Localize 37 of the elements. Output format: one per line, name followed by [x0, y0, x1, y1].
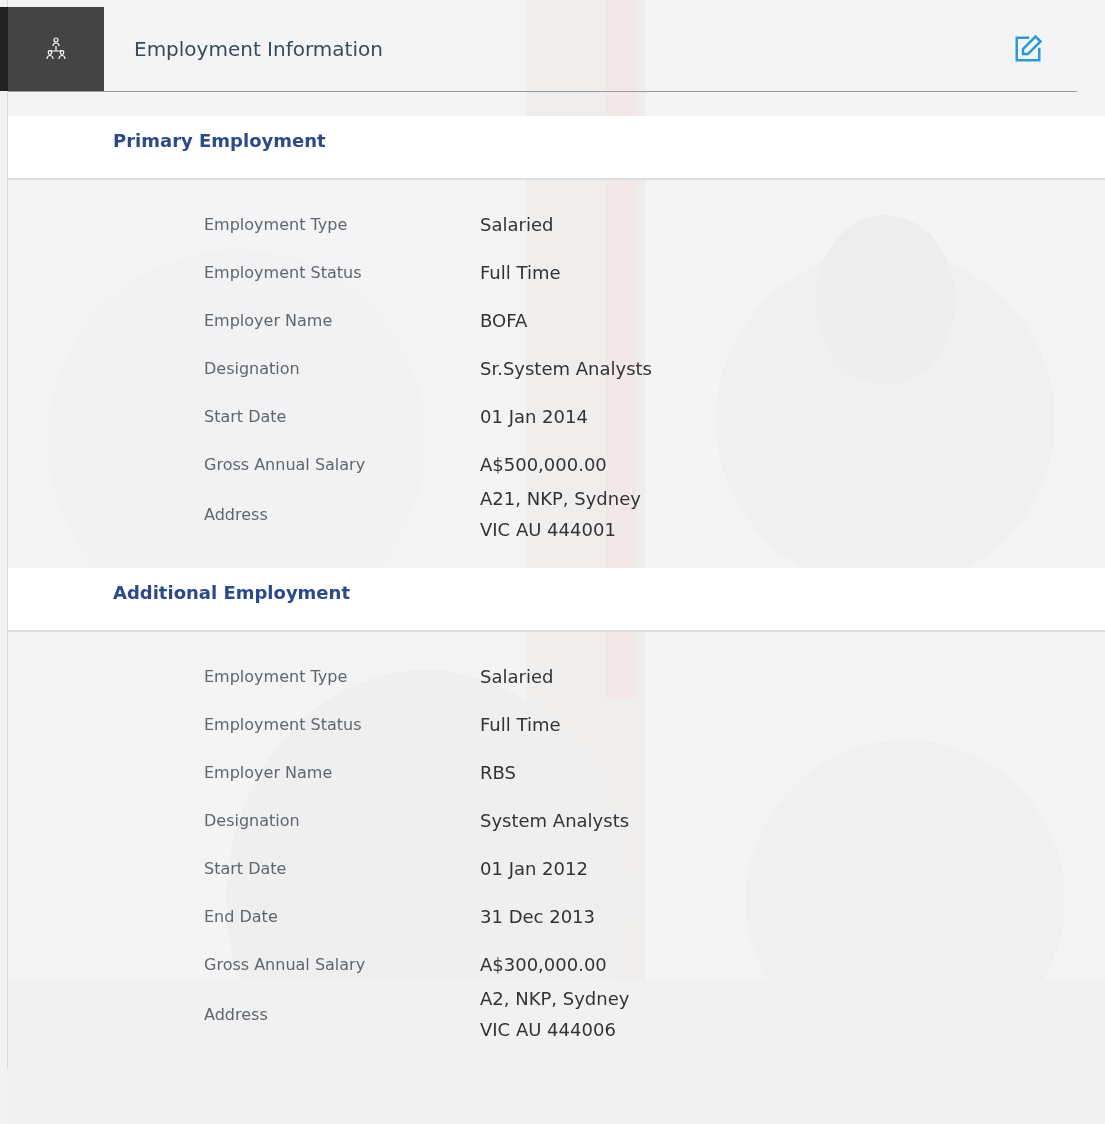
section-title: Additional Employment [113, 581, 350, 603]
field-label: Gross Annual Salary [204, 454, 367, 474]
field-label: Employer Name [204, 310, 334, 330]
field-value: VIC AU 444006 [480, 1019, 617, 1040]
field-value: Sr.System Analysts [480, 357, 652, 379]
field-label: Employment Status [204, 714, 363, 734]
field-value: Salaried [480, 665, 554, 687]
field-value: 31 Dec 2013 [480, 905, 595, 927]
field-value: A$300,000.00 [480, 953, 607, 975]
field-label: Designation [204, 810, 301, 830]
field-value: 01 Jan 2012 [480, 857, 588, 879]
field-value: VIC AU 444001 [480, 519, 617, 540]
field-value: System Analysts [480, 809, 630, 831]
field-value: RBS [480, 761, 516, 783]
field-value: A$500,000.00 [480, 453, 607, 475]
panel-title: Employment Information [134, 37, 384, 61]
field-label: Address [204, 1004, 269, 1024]
field-label: End Date [204, 906, 279, 926]
field-label: Designation [204, 358, 301, 378]
field-label: Address [204, 504, 269, 524]
people-hierarchy-icon [44, 37, 68, 61]
field-value: A2, NKP, Sydney [480, 988, 630, 1009]
field-label: Start Date [204, 406, 288, 426]
field-value: 01 Jan 2014 [480, 405, 588, 427]
edit-icon[interactable] [1013, 34, 1043, 64]
section-title: Primary Employment [113, 129, 326, 151]
field-value: BOFA [480, 309, 528, 331]
field-label: Gross Annual Salary [204, 954, 367, 974]
field-value: A21, NKP, Sydney [480, 488, 641, 509]
field-label: Employment Type [204, 214, 349, 234]
field-label: Start Date [204, 858, 288, 878]
field-value: Full Time [480, 713, 561, 735]
field-label: Employer Name [204, 762, 334, 782]
field-value: Full Time [480, 261, 561, 283]
field-value: Salaried [480, 213, 554, 235]
field-label: Employment Status [204, 262, 363, 282]
field-label: Employment Type [204, 666, 349, 686]
